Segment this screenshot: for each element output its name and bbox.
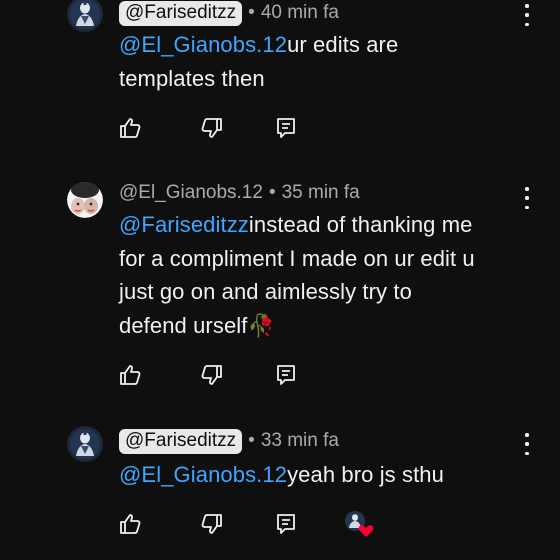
author-handle-chip[interactable]: @Fariseditzz [119,0,243,26]
reply-icon[interactable] [274,512,298,536]
more-vert-icon[interactable] [520,187,534,209]
thumb-down-icon[interactable] [200,363,224,387]
comment-text-line2: templates then [119,65,265,91]
avatar[interactable] [67,182,103,218]
mention-link[interactable]: @El_Gianobs.12 [119,462,287,487]
comment-text-line1: yeah bro js sthu [287,462,444,487]
comment-text-line4: defend urself [119,312,248,338]
comment-text-line1: instead of thanking me [248,212,473,237]
thumb-up-icon[interactable] [118,512,142,536]
comment-time: 33 min fa [260,430,339,451]
reply-icon[interactable] [274,363,298,387]
thumb-up-icon[interactable] [118,116,142,140]
wilted-rose-emoji: 🥀 [247,312,275,338]
meta-separator: • [268,182,276,203]
comment-text-line3: just go on and aimlessly try to [119,279,412,304]
comment-meta: @Fariseditzz • 33 min fa [119,428,339,454]
comment-text: @Fariseditzzinstead of thanking me for a… [119,208,539,342]
avatar-image [67,426,103,462]
avatar[interactable] [67,426,103,462]
thumb-down-icon[interactable] [200,512,224,536]
comment-meta: @El_Gianobs.12 • 35 min fa [119,180,360,206]
avatar-image [67,0,103,32]
thumb-up-icon[interactable] [118,363,142,387]
comment-text-line2: for a compliment I made on ur edit u [119,245,475,271]
avatar[interactable] [67,0,103,32]
author-handle-chip[interactable]: @Fariseditzz [119,428,243,454]
comment-text: @El_Gianobs.12ur edits are templates the… [119,28,539,95]
comment-text: @El_Gianobs.12yeah bro js sthu [119,458,539,492]
comment-time: 40 min fa [260,2,339,23]
more-vert-icon[interactable] [520,4,534,26]
reply-icon[interactable] [274,116,298,140]
creator-heart-icon [344,510,374,538]
author-handle[interactable]: @El_Gianobs.12 [119,182,263,204]
meta-separator: • [248,430,255,451]
mention-link[interactable]: @El_Gianobs.12 [119,32,287,57]
comment-text-line1: ur edits are [287,32,399,57]
more-vert-icon[interactable] [520,433,534,455]
comment-thread: { "comments": [ { "handle": "@Fariseditz… [0,0,560,560]
comment-time: 35 min fa [281,182,360,203]
meta-separator: • [248,2,255,23]
avatar-image [67,182,103,218]
thumb-down-icon[interactable] [200,116,224,140]
comment-meta: @Fariseditzz • 40 min fa [119,0,339,26]
mention-link[interactable]: @Fariseditzz [119,212,249,237]
